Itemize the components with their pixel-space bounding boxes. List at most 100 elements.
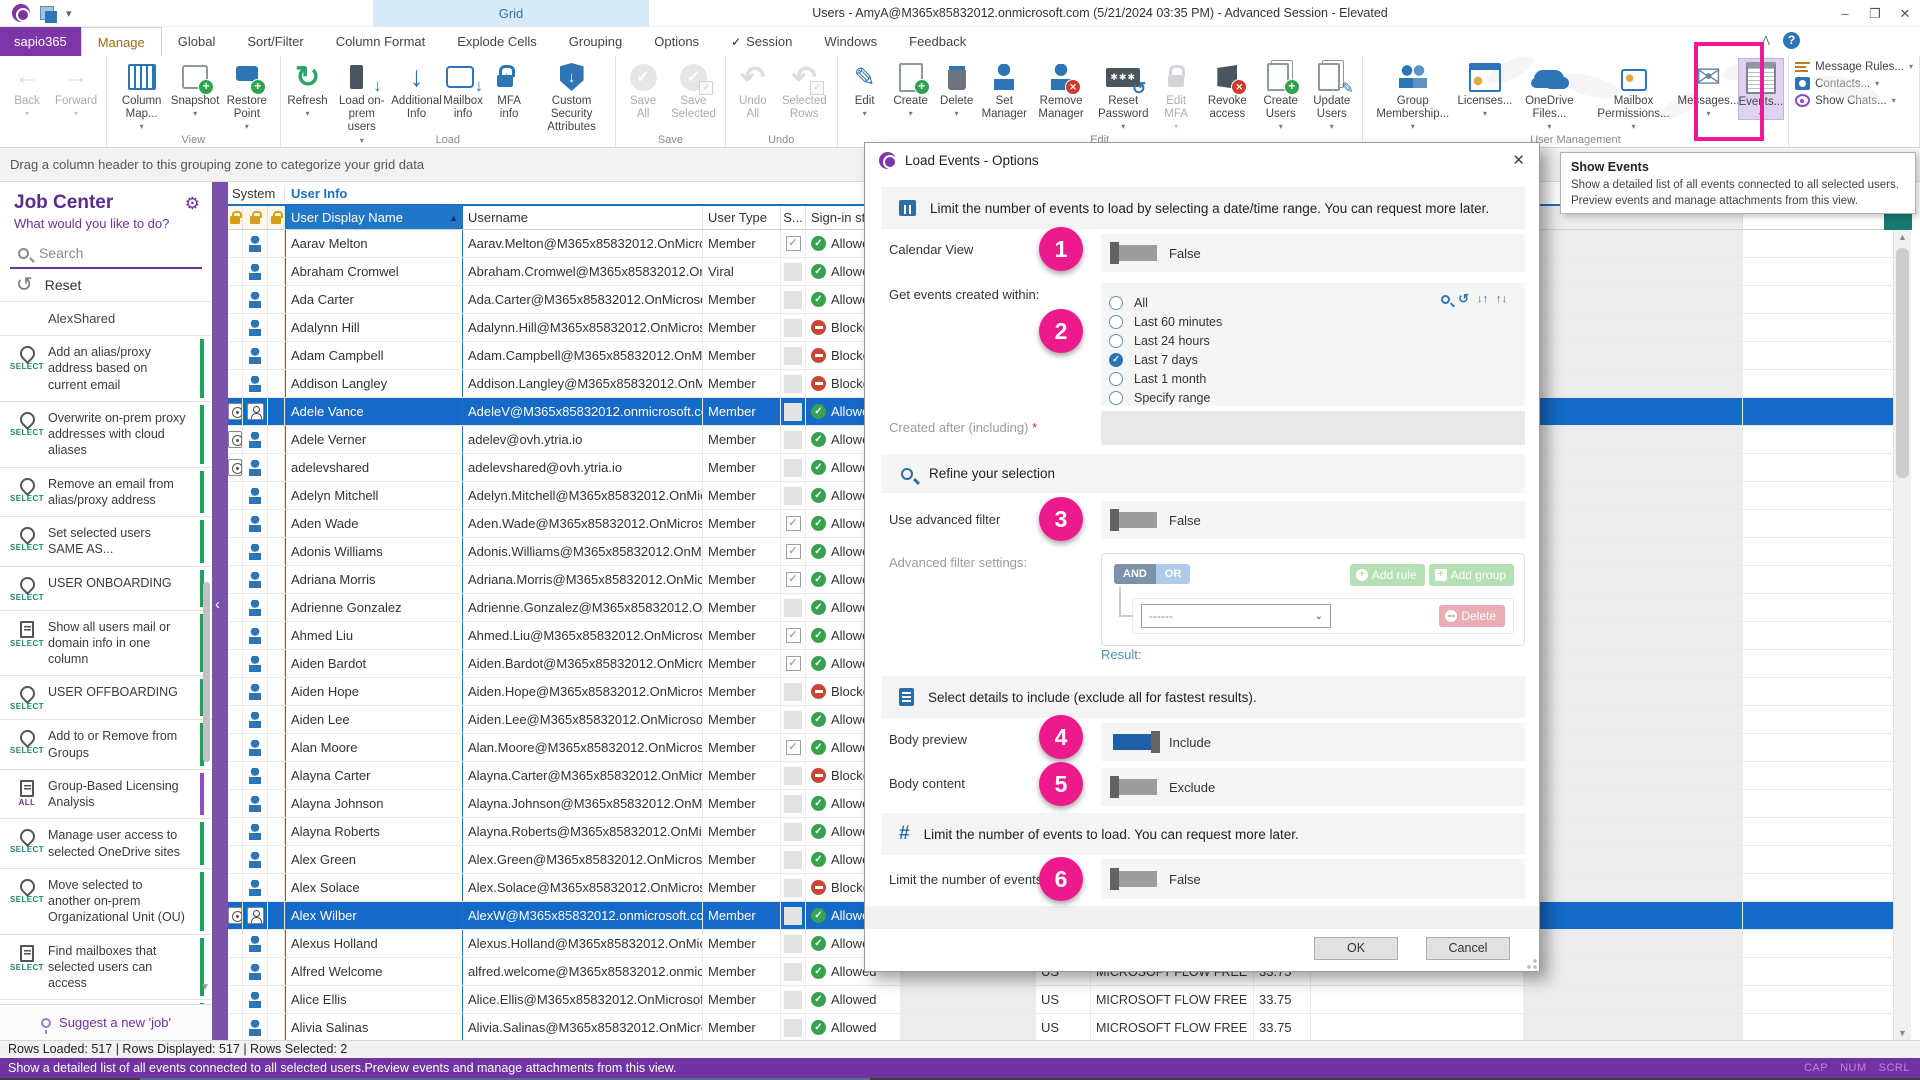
- rule-field-select[interactable]: ------ ⌄: [1141, 604, 1331, 628]
- dialog-titlebar[interactable]: Load Events - Options: [865, 143, 1539, 177]
- ribbon-tab[interactable]: ✓ Session: [715, 27, 808, 56]
- job-search-input[interactable]: Search: [10, 239, 202, 269]
- licenses-button[interactable]: Licenses... ▾: [1458, 58, 1513, 118]
- limit-events-toggle[interactable]: [1110, 868, 1157, 890]
- ribbon-tab[interactable]: ✓ Global: [162, 27, 232, 56]
- radio-group-tools[interactable]: ↺ ↓↑ ↑↓: [1441, 291, 1507, 307]
- additional-info-button[interactable]: Additional Info ▾: [391, 58, 442, 121]
- events-button[interactable]: Events... ▾: [1737, 58, 1785, 121]
- load-onprem-users-button[interactable]: Load on-prem users ▾: [331, 58, 393, 145]
- checkbox[interactable]: ✓: [785, 656, 801, 671]
- custom-security-attributes-button[interactable]: Custom Security Attributes ▾: [532, 58, 611, 135]
- mailbox-info-button[interactable]: Mailbox info ▾: [440, 58, 486, 121]
- ribbon-tab[interactable]: ✓ Manage: [80, 27, 162, 56]
- revoke-access-button[interactable]: Revoke access ▾: [1199, 58, 1255, 121]
- scrollbar-thumb[interactable]: [1896, 248, 1909, 478]
- job-item[interactable]: SELECT USER OFFBOARDING: [0, 676, 212, 721]
- reset-button[interactable]: ↺ Reset: [0, 269, 212, 302]
- contextual-tab-banner[interactable]: Grid: [373, 0, 649, 27]
- job-item[interactable]: SELECT USER ONBOARDING: [0, 567, 212, 611]
- show-chats-button[interactable]: Show Chats... ▾: [1795, 94, 1913, 107]
- edit-button[interactable]: Edit ▾: [842, 58, 888, 118]
- quick-access-caret-icon[interactable]: ▾: [66, 7, 72, 20]
- ribbon-tab[interactable]: ✓ Column Format: [320, 27, 442, 56]
- ribbon-tab[interactable]: ✓ sapio365: [0, 27, 81, 56]
- mailbox-permissions-button[interactable]: Mailbox Permissions... ▾: [1588, 58, 1680, 131]
- update-users-button[interactable]: Update Users ▾: [1306, 58, 1358, 131]
- header-user-type[interactable]: User Type: [703, 206, 781, 229]
- ribbon-tab[interactable]: ✓ Grouping: [553, 27, 638, 56]
- delete-button[interactable]: Delete ▾: [934, 58, 980, 118]
- checkbox[interactable]: ✓: [785, 628, 801, 643]
- ok-button[interactable]: OK: [1314, 937, 1398, 960]
- checkbox[interactable]: ✓: [785, 516, 801, 531]
- add-rule-button[interactable]: + Add rule: [1349, 564, 1425, 586]
- delete-rule-button[interactable]: Delete: [1439, 605, 1505, 627]
- created-after-field[interactable]: [1101, 411, 1525, 445]
- scroll-up-icon[interactable]: ▲: [1898, 232, 1907, 242]
- radio-option[interactable]: Specify range: [1109, 388, 1525, 407]
- job-item[interactable]: SELECT Add an alias/proxy address based …: [0, 336, 212, 402]
- checkbox[interactable]: ✓: [785, 544, 801, 559]
- sidebar-scrollbar[interactable]: [202, 552, 212, 972]
- edit-mfa-button[interactable]: Edit MFA ▾: [1153, 58, 1199, 131]
- create-button[interactable]: Create ▾: [888, 58, 934, 118]
- table-row[interactable]: Alivia Salinas Alivia.Salinas@M365x85832…: [228, 1014, 1893, 1040]
- create-users-button[interactable]: Create Users ▾: [1256, 58, 1306, 131]
- collapse-ribbon-icon[interactable]: ᐱ: [1762, 34, 1770, 48]
- back-button[interactable]: Back ▾: [4, 58, 50, 118]
- job-item[interactable]: ALL Group-Based Licensing Analysis: [0, 770, 212, 820]
- refresh-button[interactable]: Refresh ▾: [285, 58, 331, 118]
- gear-icon[interactable]: ⚙: [185, 194, 200, 214]
- save-selected-button[interactable]: Save Selected ▾: [666, 58, 721, 121]
- maximize-button[interactable]: ❐: [1868, 6, 1882, 22]
- resize-grip[interactable]: [1527, 959, 1537, 969]
- job-item[interactable]: SELECT Add to or Remove from Groups: [0, 720, 212, 770]
- sidebar-scroll-down-icon[interactable]: ▼: [200, 982, 210, 993]
- job-item[interactable]: SELECT Overwrite on-prem proxy addresses…: [0, 402, 212, 468]
- radio-option[interactable]: Last 1 month: [1109, 369, 1525, 388]
- add-group-button[interactable]: + Add group: [1428, 564, 1514, 586]
- checkbox[interactable]: ✓: [785, 236, 801, 251]
- group-membership-button[interactable]: Group Membership... ▾: [1367, 58, 1459, 131]
- dialog-close-icon[interactable]: ✕: [1512, 151, 1525, 169]
- column-map-button[interactable]: Column Map... ▾: [111, 58, 172, 131]
- ribbon-tab[interactable]: ✓ Windows: [808, 27, 893, 56]
- snapshot-button[interactable]: Snapshot ▾: [171, 58, 219, 118]
- body-content-toggle[interactable]: [1110, 776, 1157, 798]
- scroll-down-icon[interactable]: ▼: [1898, 1028, 1907, 1038]
- refine-selection-bar[interactable]: Refine your selection: [881, 454, 1525, 493]
- onedrive-files-button[interactable]: OneDrive Files... ▾: [1511, 58, 1587, 131]
- job-item[interactable]: SELECT Set selected users SAME AS...: [0, 517, 212, 567]
- forward-button[interactable]: Forward ▾: [50, 58, 102, 118]
- sort-descending-icon[interactable]: ↑↓: [1496, 293, 1507, 305]
- search-icon[interactable]: [1441, 294, 1451, 304]
- sidebar-collapse-strip[interactable]: ‹: [212, 182, 228, 1040]
- job-item[interactable]: SELECT Manage user access to selected On…: [0, 819, 212, 869]
- undo-icon[interactable]: ↺: [1458, 291, 1469, 307]
- job-item[interactable]: SELECT Remove an email from alias/proxy …: [0, 468, 212, 517]
- undo-all-button[interactable]: Undo All ▾: [730, 58, 776, 121]
- ribbon-tab[interactable]: ✓ Explode Cells: [441, 27, 553, 56]
- reset-password-button[interactable]: Reset Password ▾: [1093, 58, 1153, 131]
- radio-option[interactable]: Last 24 hours: [1109, 331, 1525, 350]
- checkbox[interactable]: ✓: [785, 572, 801, 587]
- remove-manager-button[interactable]: Remove Manager ▾: [1029, 58, 1093, 121]
- and-button[interactable]: AND: [1114, 564, 1156, 584]
- header-s[interactable]: S...: [781, 206, 806, 229]
- contacts-button[interactable]: Contacts... ▾: [1795, 77, 1913, 90]
- job-item[interactable]: SELECT Move selected to another on-prem …: [0, 869, 212, 935]
- or-button[interactable]: OR: [1155, 564, 1191, 584]
- header-user-display-name[interactable]: User Display Name ▲: [285, 206, 463, 229]
- ribbon-tab[interactable]: ✓ Feedback: [893, 27, 982, 56]
- lock-column-header[interactable]: [228, 206, 243, 229]
- save-all-button[interactable]: Save All ▾: [620, 58, 666, 121]
- ribbon-tab[interactable]: ✓ Options: [638, 27, 715, 56]
- layers-icon[interactable]: [40, 6, 57, 23]
- header-username[interactable]: Username: [463, 206, 703, 229]
- sort-ascending-icon[interactable]: ↓↑: [1477, 293, 1488, 305]
- suggest-new-job-button[interactable]: Suggest a new 'job': [0, 1004, 212, 1040]
- calendar-view-toggle[interactable]: [1110, 242, 1157, 264]
- restore-point-button[interactable]: Restore Point ▾: [218, 58, 275, 131]
- job-item[interactable]: SELECT Show all users mail or domain inf…: [0, 611, 212, 677]
